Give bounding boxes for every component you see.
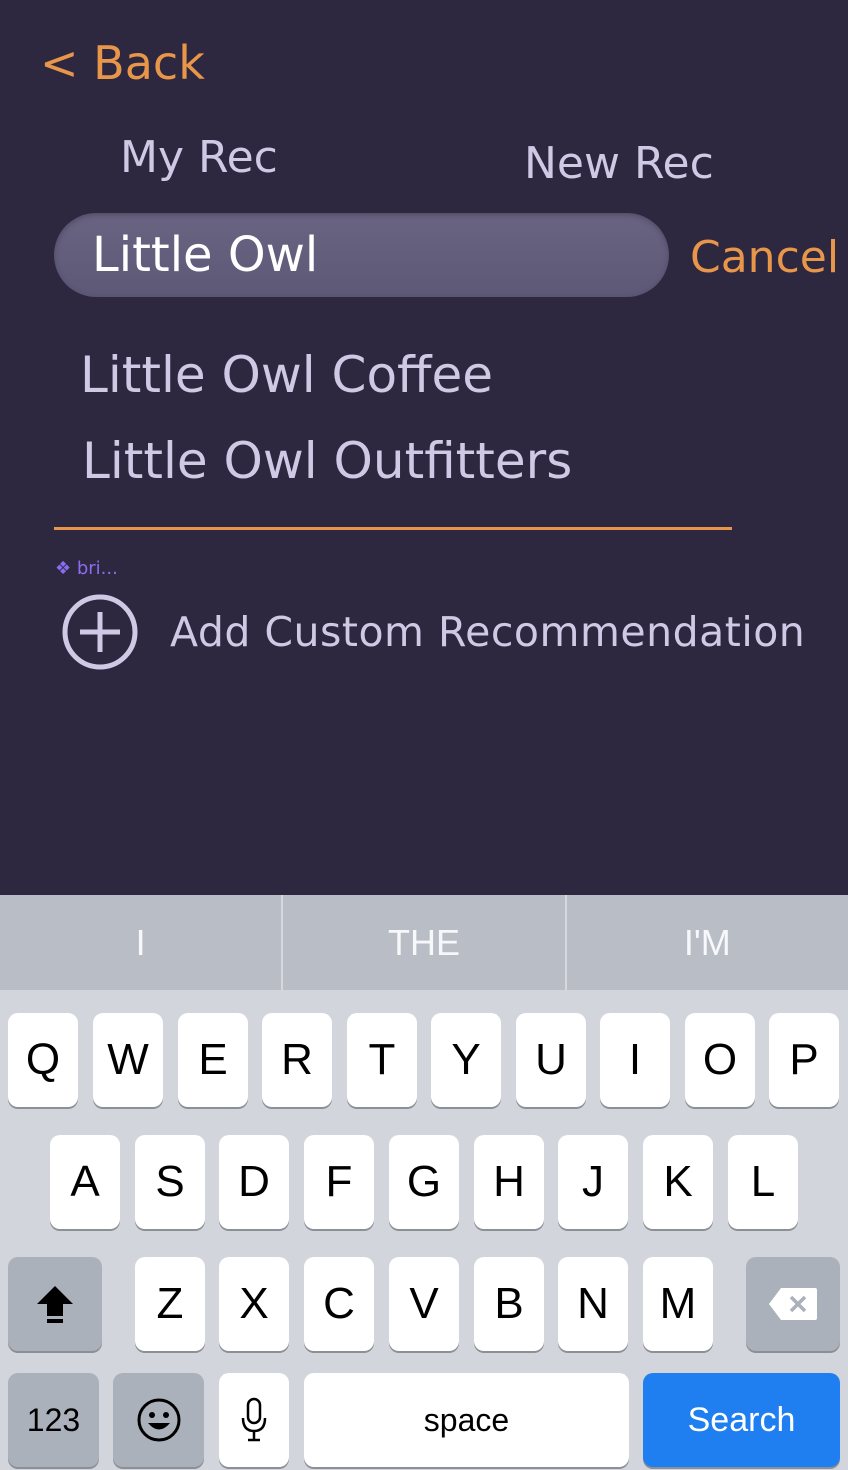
key-x[interactable]: X: [219, 1257, 289, 1351]
key-k[interactable]: K: [643, 1135, 713, 1229]
emoji-key[interactable]: [113, 1373, 204, 1467]
suggestion-item[interactable]: Little Owl Outfitters: [82, 430, 572, 492]
numbers-key[interactable]: 123: [8, 1373, 99, 1467]
add-custom-recommendation-button[interactable]: Add Custom Recommendation: [60, 592, 805, 672]
key-z[interactable]: Z: [135, 1257, 205, 1351]
key-v[interactable]: V: [389, 1257, 459, 1351]
key-l[interactable]: L: [728, 1135, 798, 1229]
search-input[interactable]: [92, 223, 652, 287]
key-g[interactable]: G: [389, 1135, 459, 1229]
key-m[interactable]: M: [643, 1257, 713, 1351]
mic-key[interactable]: [219, 1373, 289, 1467]
prediction-bar: I THE I'M: [0, 895, 848, 990]
key-h[interactable]: H: [474, 1135, 544, 1229]
search-key[interactable]: Search: [643, 1373, 840, 1467]
app-screen: < Back My Rec New Rec Cancel Little Owl …: [0, 0, 848, 895]
key-s[interactable]: S: [135, 1135, 205, 1229]
suggestion-item[interactable]: Little Owl Coffee: [80, 344, 493, 406]
microphone-icon: [241, 1397, 267, 1442]
backspace-icon: [769, 1288, 817, 1320]
key-p[interactable]: P: [769, 1013, 839, 1107]
plus-circle-icon: [62, 594, 138, 670]
key-a[interactable]: A: [50, 1135, 120, 1229]
key-d[interactable]: D: [219, 1135, 289, 1229]
space-key[interactable]: space: [304, 1373, 629, 1467]
tab-new-rec[interactable]: New Rec: [524, 136, 714, 192]
key-w[interactable]: W: [93, 1013, 163, 1107]
divider: [54, 527, 732, 530]
delete-key[interactable]: [746, 1257, 840, 1351]
cancel-button[interactable]: Cancel: [690, 230, 839, 286]
key-c[interactable]: C: [304, 1257, 374, 1351]
key-q[interactable]: Q: [8, 1013, 78, 1107]
key-j[interactable]: J: [558, 1135, 628, 1229]
key-f[interactable]: F: [304, 1135, 374, 1229]
tab-my-rec[interactable]: My Rec: [120, 130, 278, 186]
back-button[interactable]: < Back: [40, 34, 205, 92]
key-y[interactable]: Y: [431, 1013, 501, 1107]
prediction-item[interactable]: I'M: [567, 895, 848, 990]
shift-key[interactable]: [8, 1257, 102, 1351]
prediction-item[interactable]: THE: [283, 895, 564, 990]
brand-badge: ❖ bri...: [55, 558, 118, 579]
key-u[interactable]: U: [516, 1013, 586, 1107]
key-o[interactable]: O: [685, 1013, 755, 1107]
shift-icon: [37, 1286, 73, 1323]
key-r[interactable]: R: [262, 1013, 332, 1107]
key-b[interactable]: B: [474, 1257, 544, 1351]
prediction-item[interactable]: I: [0, 895, 281, 990]
emoji-icon: [137, 1398, 180, 1442]
key-t[interactable]: T: [347, 1013, 417, 1107]
keyboard: I THE I'M Q W E R T Y U I O P A S D F G …: [0, 895, 848, 1470]
key-n[interactable]: N: [558, 1257, 628, 1351]
key-i[interactable]: I: [600, 1013, 670, 1107]
key-e[interactable]: E: [178, 1013, 248, 1107]
search-field[interactable]: [54, 213, 669, 297]
add-custom-label: Add Custom Recommendation: [170, 608, 806, 656]
